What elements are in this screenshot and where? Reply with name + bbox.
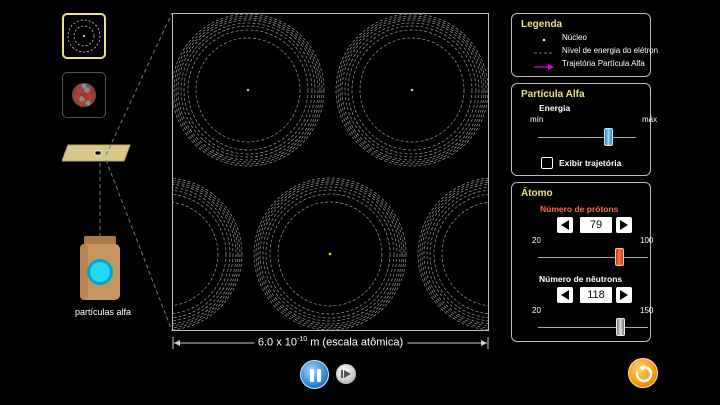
scale-prefix: 6.0 x 10 — [257, 336, 298, 349]
neutrons-slider-track[interactable] — [538, 327, 648, 328]
protons-slider-thumb[interactable] — [614, 248, 624, 266]
nucleus-dot — [410, 88, 414, 92]
neutrons-value-field[interactable]: 118 — [580, 287, 612, 303]
electron-energy-ring — [433, 193, 488, 315]
arrow-right-icon — [620, 220, 628, 230]
atom — [417, 177, 488, 330]
protons-max-label: 100 — [640, 236, 654, 245]
electron-energy-ring — [173, 177, 243, 330]
electron-energy-ring — [173, 190, 231, 318]
neutrons-label: Número de nêutrons — [539, 274, 623, 284]
electron-energy-ring — [441, 202, 488, 306]
scale-bar: 6.0 x 10-10 m (escala atômica) — [172, 335, 489, 351]
scale-label: 6.0 x 10-10 m (escala atômica) — [253, 336, 408, 349]
energy-label: Energia — [539, 103, 571, 113]
atom — [335, 14, 488, 167]
legend-label-trajectory: Trajetória Partícula Alfa — [562, 59, 645, 68]
electron-energy-ring — [423, 183, 488, 325]
protons-value-field[interactable]: 79 — [580, 217, 612, 233]
arrow-right-icon — [620, 290, 628, 300]
protons-decrease-button[interactable] — [557, 217, 573, 233]
reset-button[interactable] — [628, 358, 658, 388]
protons-label: Número de prótons — [540, 204, 619, 214]
neutrons-increase-button[interactable] — [616, 287, 632, 303]
electron-energy-ring — [426, 186, 488, 322]
alpha-title: Partícula Alfa — [521, 89, 585, 100]
legend-item-energy-level: Nível de energia do elétron — [512, 46, 658, 58]
atom-title: Átomo — [521, 188, 553, 199]
arrow-left-icon — [561, 220, 569, 230]
electron-energy-ring — [421, 181, 488, 327]
energy-max-label: máx — [642, 115, 658, 124]
atomic-view-chamber[interactable] — [172, 13, 489, 331]
protons-increase-button[interactable] — [616, 217, 632, 233]
nucleus-dot — [246, 88, 250, 92]
arrow-left-icon — [561, 290, 569, 300]
atom — [253, 177, 407, 330]
step-forward-icon — [341, 370, 351, 378]
dashed-line-icon — [534, 52, 554, 54]
electron-energy-ring — [173, 202, 219, 306]
magenta-arrow-icon — [534, 64, 554, 70]
neutrons-min-label: 20 — [532, 306, 541, 315]
reset-icon — [635, 365, 653, 383]
energy-slider-thumb[interactable] — [604, 128, 614, 146]
legend-item-trajectory: Trajetória Partícula Alfa — [512, 59, 652, 71]
energy-min-label: mín — [530, 115, 544, 124]
neutrons-slider-thumb[interactable] — [616, 318, 625, 336]
neutrons-decrease-button[interactable] — [557, 287, 573, 303]
legend-label-nucleus: Núcleo — [562, 33, 587, 42]
step-button[interactable] — [336, 364, 356, 384]
alpha-particle-panel: Partícula Alfa Energia mín máx Exibir tr… — [511, 83, 657, 176]
electron-energy-ring — [429, 189, 488, 319]
atoms-canvas — [173, 14, 488, 330]
neutrons-max-label: 150 — [640, 306, 654, 315]
atom-panel: Átomo Número de prótons 79 20 100 Número… — [511, 182, 654, 342]
show-trajectory-label: Exibir trajetória — [559, 158, 622, 168]
legend-label-energy-level: Nível de energia do elétron — [562, 46, 659, 55]
energy-slider-track[interactable] — [538, 137, 636, 138]
show-trajectory-checkbox[interactable] — [541, 157, 553, 169]
atom — [173, 177, 243, 330]
atom — [173, 14, 325, 167]
scale-suffix: m (escala atômica) — [307, 336, 404, 349]
protons-min-label: 20 — [532, 236, 541, 245]
legend-item-nucleus: Núcleo — [512, 33, 652, 45]
scale-exponent: -10 — [297, 336, 308, 343]
nucleus-dot — [328, 252, 332, 256]
pause-icon-bar-right — [317, 369, 321, 382]
nucleus-dot-icon — [542, 38, 546, 42]
pause-button[interactable] — [300, 360, 329, 389]
protons-slider-track[interactable] — [538, 257, 648, 258]
legend-title: Legenda — [521, 19, 563, 30]
pause-icon-bar-left — [310, 369, 314, 382]
legend-panel: Legenda Núcleo Nível de energia do elétr… — [511, 13, 658, 77]
